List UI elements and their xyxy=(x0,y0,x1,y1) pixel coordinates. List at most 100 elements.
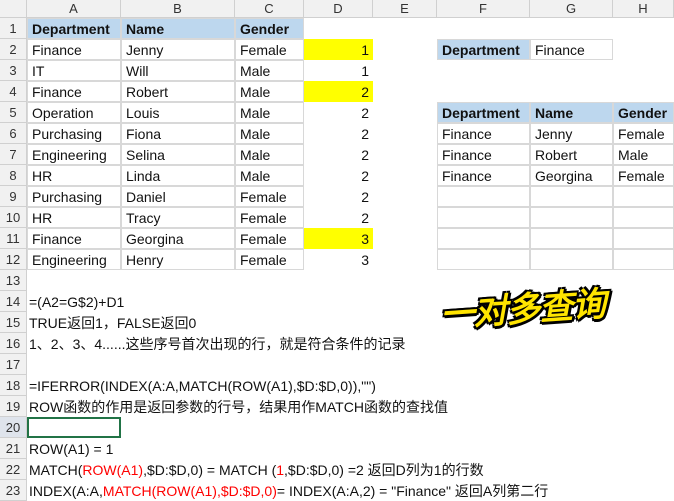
main-table-header-cell[interactable]: Department xyxy=(27,18,121,39)
result-table-cell[interactable]: Robert xyxy=(530,144,613,165)
helper-count-cell[interactable]: 3 xyxy=(304,228,373,249)
helper-count-cell[interactable]: 2 xyxy=(304,81,373,102)
note-row23[interactable]: INDEX(A:A, MATCH(ROW(A1),$D:$D,0) = INDEX… xyxy=(29,480,548,501)
column-header-g[interactable]: G xyxy=(530,0,613,18)
note-row19[interactable]: ROW函数的作用是返回参数的行号，结果用作MATCH函数的查找值 xyxy=(29,396,448,417)
row-header-22[interactable]: 22 xyxy=(0,459,27,480)
main-table-cell[interactable]: Henry xyxy=(121,249,235,270)
main-table-cell[interactable]: Male xyxy=(235,123,304,144)
result-table-cell[interactable] xyxy=(437,186,530,207)
row-header-12[interactable]: 12 xyxy=(0,249,27,270)
result-table-cell[interactable] xyxy=(530,207,613,228)
result-table-cell[interactable] xyxy=(530,186,613,207)
row-header-21[interactable]: 21 xyxy=(0,438,27,459)
main-table-header-cell[interactable]: Gender xyxy=(235,18,304,39)
row-header-15[interactable]: 15 xyxy=(0,312,27,333)
main-table-cell[interactable]: HR xyxy=(27,165,121,186)
helper-count-cell[interactable]: 1 xyxy=(304,60,373,81)
result-table-cell[interactable]: Georgina xyxy=(530,165,613,186)
result-table-header-cell[interactable]: Gender xyxy=(613,102,674,123)
helper-count-cell[interactable]: 2 xyxy=(304,144,373,165)
main-table-cell[interactable]: Finance xyxy=(27,39,121,60)
column-header-c[interactable]: C xyxy=(235,0,304,18)
row-header-23[interactable]: 23 xyxy=(0,480,27,501)
row-header-6[interactable]: 6 xyxy=(0,123,27,144)
result-table-cell[interactable] xyxy=(530,228,613,249)
main-table-cell[interactable]: Linda xyxy=(121,165,235,186)
main-table-cell[interactable]: Fiona xyxy=(121,123,235,144)
main-table-cell[interactable]: Engineering xyxy=(27,144,121,165)
main-table-cell[interactable]: Female xyxy=(235,207,304,228)
note-row22[interactable]: MATCH(ROW(A1) ,$D:$D,0) = MATCH (1 ,$D:$D,… xyxy=(29,459,484,480)
row-header-16[interactable]: 16 xyxy=(0,333,27,354)
main-table-cell[interactable]: Daniel xyxy=(121,186,235,207)
row-header-8[interactable]: 8 xyxy=(0,165,27,186)
main-table-cell[interactable]: HR xyxy=(27,207,121,228)
row-header-4[interactable]: 4 xyxy=(0,81,27,102)
select-all-corner[interactable] xyxy=(0,0,27,18)
row-header-10[interactable]: 10 xyxy=(0,207,27,228)
result-table-cell[interactable] xyxy=(437,228,530,249)
column-header-f[interactable]: F xyxy=(437,0,530,18)
main-table-cell[interactable]: Female xyxy=(235,186,304,207)
result-table-cell[interactable] xyxy=(613,207,674,228)
lookup-label-cell[interactable]: Department xyxy=(437,39,530,60)
result-table-cell[interactable] xyxy=(613,249,674,270)
row-header-13[interactable]: 13 xyxy=(0,270,27,291)
result-table-cell[interactable] xyxy=(437,207,530,228)
result-table-cell[interactable] xyxy=(437,249,530,270)
main-table-cell[interactable]: IT xyxy=(27,60,121,81)
main-table-cell[interactable]: Engineering xyxy=(27,249,121,270)
helper-count-cell[interactable]: 2 xyxy=(304,123,373,144)
main-table-header-cell[interactable]: Name xyxy=(121,18,235,39)
main-table-cell[interactable]: Georgina xyxy=(121,228,235,249)
main-table-cell[interactable]: Purchasing xyxy=(27,123,121,144)
column-header-h[interactable]: H xyxy=(613,0,674,18)
result-table-header-cell[interactable]: Name xyxy=(530,102,613,123)
formula-note-row18[interactable]: =IFERROR(INDEX(A:A,MATCH(ROW(A1),$D:$D,0… xyxy=(29,375,376,396)
main-table-cell[interactable]: Male xyxy=(235,102,304,123)
main-table-cell[interactable]: Tracy xyxy=(121,207,235,228)
row-header-11[interactable]: 11 xyxy=(0,228,27,249)
row-header-5[interactable]: 5 xyxy=(0,102,27,123)
result-table-cell[interactable]: Female xyxy=(613,123,674,144)
result-table-cell[interactable] xyxy=(530,249,613,270)
main-table-cell[interactable]: Finance xyxy=(27,228,121,249)
result-table-cell[interactable] xyxy=(613,186,674,207)
row-header-14[interactable]: 14 xyxy=(0,291,27,312)
row-header-20[interactable]: 20 xyxy=(0,417,27,438)
row-header-3[interactable]: 3 xyxy=(0,60,27,81)
row-header-2[interactable]: 2 xyxy=(0,39,27,60)
main-table-cell[interactable]: Purchasing xyxy=(27,186,121,207)
helper-count-cell[interactable]: 3 xyxy=(304,249,373,270)
result-table-cell[interactable]: Male xyxy=(613,144,674,165)
column-header-b[interactable]: B xyxy=(121,0,235,18)
main-table-cell[interactable]: Operation xyxy=(27,102,121,123)
row-header-1[interactable]: 1 xyxy=(0,18,27,39)
note-row15[interactable]: TRUE返回1，FALSE返回0 xyxy=(29,312,196,333)
main-table-cell[interactable]: Male xyxy=(235,81,304,102)
main-table-cell[interactable]: Male xyxy=(235,144,304,165)
main-table-cell[interactable]: Male xyxy=(235,165,304,186)
lookup-value-cell[interactable]: Finance xyxy=(530,39,613,60)
main-table-cell[interactable]: Louis xyxy=(121,102,235,123)
note-row21[interactable]: ROW(A1) = 1 xyxy=(29,438,113,459)
formula-note-row14[interactable]: =(A2=G$2)+D1 xyxy=(29,291,124,312)
helper-count-cell[interactable]: 2 xyxy=(304,207,373,228)
main-table-cell[interactable]: Will xyxy=(121,60,235,81)
main-table-cell[interactable]: Jenny xyxy=(121,39,235,60)
row-header-7[interactable]: 7 xyxy=(0,144,27,165)
helper-count-cell[interactable]: 2 xyxy=(304,165,373,186)
main-table-cell[interactable]: Finance xyxy=(27,81,121,102)
result-table-cell[interactable]: Jenny xyxy=(530,123,613,144)
main-table-cell[interactable]: Robert xyxy=(121,81,235,102)
result-table-cell[interactable]: Finance xyxy=(437,123,530,144)
row-header-9[interactable]: 9 xyxy=(0,186,27,207)
result-table-cell[interactable]: Female xyxy=(613,165,674,186)
helper-count-cell[interactable]: 1 xyxy=(304,39,373,60)
result-table-cell[interactable]: Finance xyxy=(437,165,530,186)
main-table-cell[interactable]: Female xyxy=(235,39,304,60)
result-table-cell[interactable] xyxy=(613,228,674,249)
column-header-a[interactable]: A xyxy=(27,0,121,18)
result-table-cell[interactable]: Finance xyxy=(437,144,530,165)
